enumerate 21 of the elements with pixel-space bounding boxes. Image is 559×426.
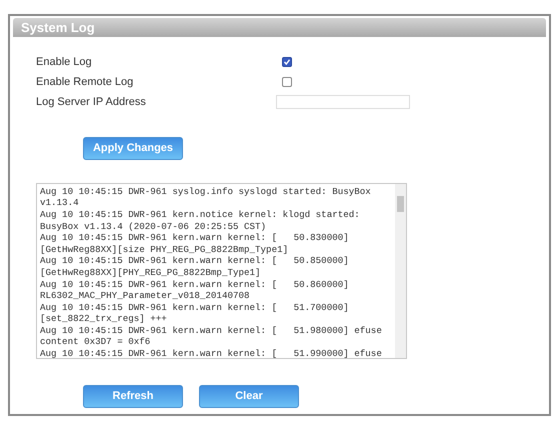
setting-label: Enable Remote Log <box>36 74 134 90</box>
log-entry: Aug 10 10:45:15 DWR-961 kern.warn kernel: [ 50.850000] [GetHwReg88XX][PHY_REG_PG_8822Bmp_Type1] <box>40 255 350 278</box>
log-entry: Aug 10 10:45:15 DWR-961 kern.warn kernel: [ 50.830000] [GetHwReg88XX][size PHY_REG_PG_8822Bmp_Type1] <box>40 232 350 256</box>
log-entry: Aug 10 10:45:15 DWR-961 syslog.info syslogd started: BusyBox v1.13.4 <box>40 186 372 209</box>
log-entry: Aug 10 10:45:15 DWR-961 kern.warn kernel: [ 51.990000] efuse <box>40 348 383 358</box>
apply-changes-button[interactable]: Apply Changes <box>83 136 183 160</box>
setting-label: Enable Log <box>36 54 93 70</box>
log-entry: Aug 10 10:45:15 DWR-961 kern.warn kernel: [ 51.980000] efuse content 0x3D7 = 0xf6 <box>40 324 383 348</box>
log-text-area[interactable] <box>36 182 407 359</box>
panel-title: System Log <box>13 18 546 37</box>
action-button[interactable]: Clear <box>199 384 299 408</box>
checkbox[interactable] <box>282 57 292 67</box>
log-entry: Aug 10 10:45:15 DWR-961 kern.warn kernel: [ 51.700000] [set_8822_trx_regs] +++ <box>40 302 350 325</box>
log-entry: Aug 10 10:45:15 DWR-961 kern.notice kernel: klogd started: BusyBox v1.13.4 (2020-07-06 20:25:55 CST) <box>40 208 361 232</box>
action-button[interactable]: Refresh <box>83 384 183 408</box>
scrollbar-thumb[interactable] <box>397 196 404 212</box>
scrollbar[interactable] <box>395 184 406 358</box>
log-entry: Aug 10 10:45:15 DWR-961 kern.warn kernel: [ 50.860000] RL6302_MAC_PHY_Parameter_v018_20140708 <box>40 278 350 302</box>
ip-address-field[interactable] <box>276 95 410 109</box>
setting-label: Log Server IP Address <box>36 94 147 110</box>
checkbox[interactable] <box>282 77 292 87</box>
